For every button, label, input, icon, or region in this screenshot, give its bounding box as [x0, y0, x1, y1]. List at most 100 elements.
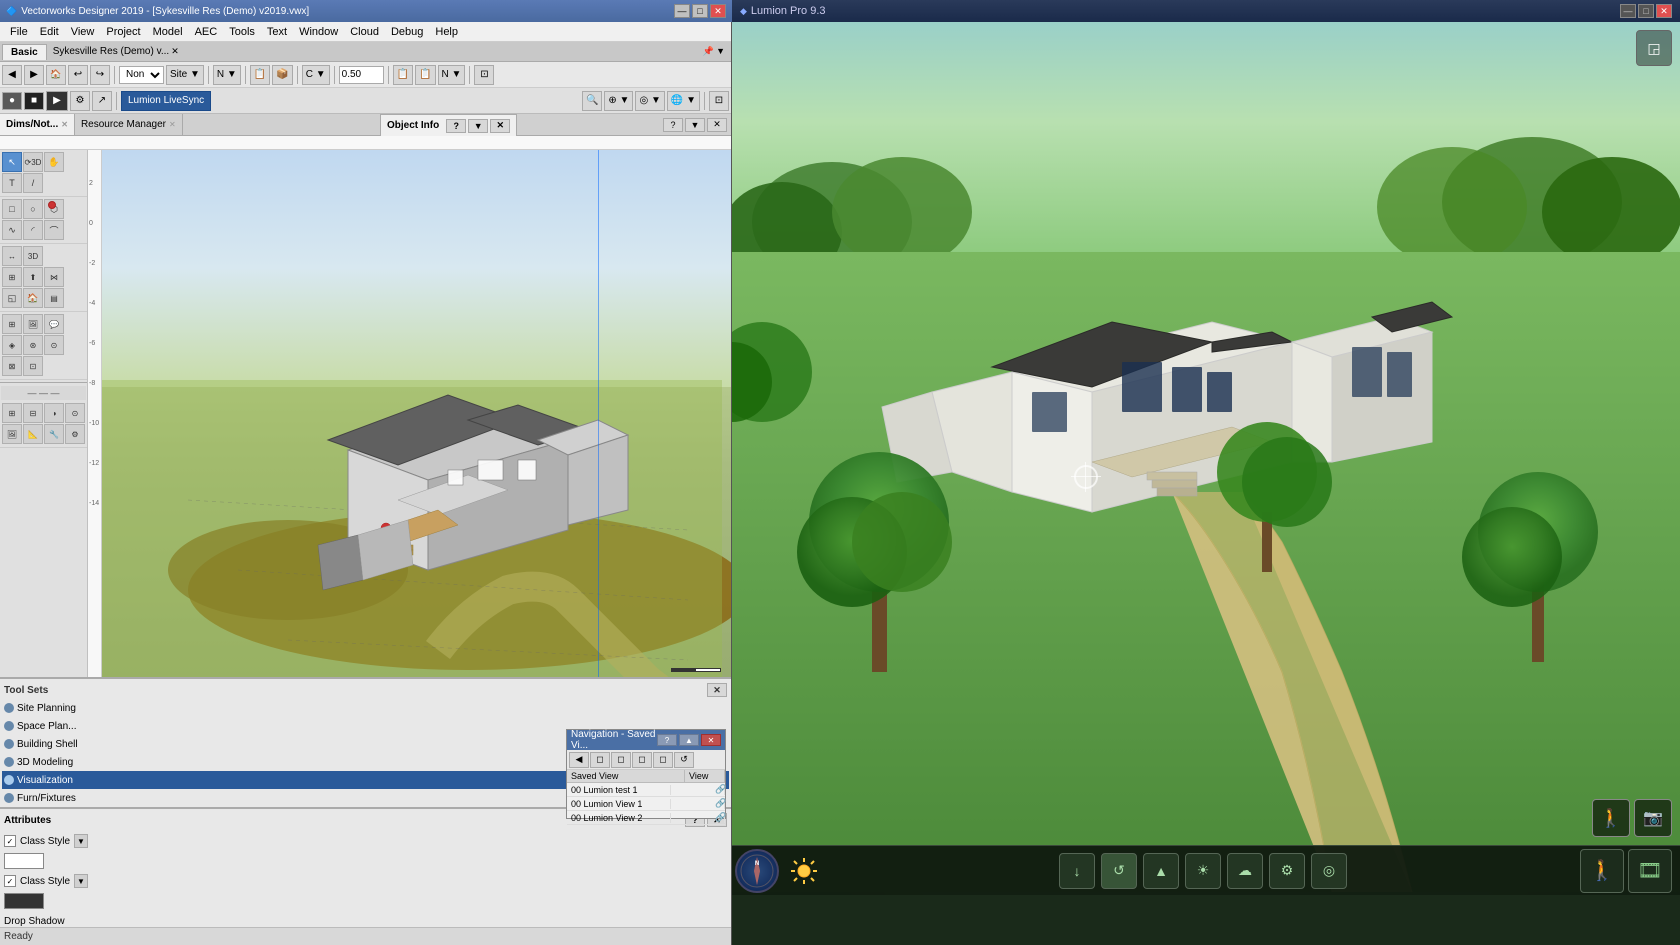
tb-redo-btn[interactable]: ↪ [90, 65, 110, 85]
tool-img2[interactable]: 📐 [23, 424, 43, 444]
tb-coord-btn[interactable]: N ▼ [213, 65, 241, 85]
lumion-move-up-btn[interactable]: ▲ [1143, 853, 1179, 889]
lumion-maximize-btn[interactable]: □ [1638, 4, 1654, 18]
attr-swatch-stroke[interactable] [4, 893, 44, 909]
toolsets-close-btn[interactable]: ✕ [707, 683, 727, 697]
file-tab-close[interactable]: ✕ [171, 46, 179, 57]
panel-tab-resource[interactable]: Resource Manager ✕ [75, 114, 183, 135]
tool-viewport[interactable]: 🖼 [23, 314, 43, 334]
nav-row-1[interactable]: 00 Lumion test 1 🔗 [567, 783, 725, 797]
nav-tb-btn-3[interactable]: ◻ [611, 752, 631, 768]
menu-text[interactable]: Text [261, 22, 293, 41]
tool-img3[interactable]: 🔧 [44, 424, 64, 444]
tb2-snap2-btn[interactable]: ◎ ▼ [635, 91, 664, 111]
menu-project[interactable]: Project [100, 22, 146, 41]
tool-edit4[interactable]: ⊙ [65, 403, 85, 423]
menu-model[interactable]: Model [147, 22, 189, 41]
tb-back-btn[interactable]: ◀ [2, 65, 22, 85]
tb-home-btn[interactable]: 🏠 [46, 65, 66, 85]
tool-fillet[interactable]: ⌒ [44, 220, 64, 240]
tool-pan[interactable]: ✋ [44, 152, 64, 172]
panel-close-btn[interactable]: ✕ [707, 118, 727, 132]
nav-help-btn[interactable]: ? [657, 734, 677, 746]
tool-edit3[interactable]: ◑ [44, 403, 64, 423]
tool-misc3[interactable]: ⊙ [44, 335, 64, 355]
menu-debug[interactable]: Debug [385, 22, 429, 41]
tb-render-select[interactable]: C ▼ [302, 65, 330, 85]
lumion-film-btn[interactable]: 🎞 [1628, 849, 1672, 893]
tb2-video-btn[interactable]: ▶ [46, 91, 68, 111]
tool-text[interactable]: T [2, 173, 22, 193]
tool-img1[interactable]: 🖼 [2, 424, 22, 444]
lumion-photo-btn[interactable]: 📷 [1634, 799, 1672, 837]
nav-close-btn[interactable]: ✕ [701, 734, 721, 746]
file-tab[interactable]: Sykesville Res (Demo) v... ✕ [53, 46, 179, 57]
tool-arrow[interactable]: ↖ [2, 152, 22, 172]
obj-collapse-btn[interactable]: ▼ [468, 119, 488, 133]
attr-swatch-fill[interactable] [4, 853, 44, 869]
tb-mode-select[interactable]: Non Site [119, 66, 164, 84]
tool-misc5[interactable]: ⊡ [23, 356, 43, 376]
menu-window[interactable]: Window [293, 22, 344, 41]
vw-close-btn[interactable]: ✕ [710, 4, 726, 18]
toolset-site-planning[interactable]: Site Planning [2, 699, 729, 717]
lumion-orbit-btn[interactable]: ↺ [1101, 853, 1137, 889]
tool-misc1[interactable]: ◈ [2, 335, 22, 355]
menu-edit[interactable]: Edit [34, 22, 65, 41]
tool-ellipse[interactable]: ○ [23, 199, 43, 219]
dims-expand[interactable]: ✕ [61, 120, 68, 129]
menu-view[interactable]: View [65, 22, 101, 41]
menu-aec[interactable]: AEC [189, 22, 224, 41]
vw-3d-viewport[interactable]: 2 0 -2 -4 -6 -8 -10 -12 -14 [88, 150, 731, 677]
lumion-render-area[interactable]: ◲ 🚶 📷 N [732, 22, 1680, 895]
tool-edit2[interactable]: ⊟ [23, 403, 43, 423]
nav-expand-btn[interactable]: ▲ [679, 734, 699, 746]
tb-classes-btn[interactable]: 📋 [393, 65, 413, 85]
vw-minimize-btn[interactable]: — [674, 4, 690, 18]
tb2-active-btn[interactable]: ● [2, 92, 22, 110]
tb-layers-btn[interactable]: 📋 [415, 65, 435, 85]
tool-3d-poly[interactable]: 3D [23, 246, 43, 266]
menu-help[interactable]: Help [429, 22, 464, 41]
tool-push[interactable]: ⊞ [2, 267, 22, 287]
tool-edit1[interactable]: ⊞ [2, 403, 22, 423]
tool-dim[interactable]: ↔ [2, 246, 22, 266]
tool-misc2[interactable]: ⊛ [23, 335, 43, 355]
tb-site-btn[interactable]: Site ▼ [166, 65, 204, 85]
tb-view-2d-btn[interactable]: 📋 [250, 65, 270, 85]
tb2-snap-btn[interactable]: ⊕ ▼ [604, 91, 633, 111]
tb-undo-btn[interactable]: ↩ [68, 65, 88, 85]
resource-close[interactable]: ✕ [169, 120, 176, 129]
panel-tab-dims[interactable]: Dims/Not... ✕ [0, 114, 75, 135]
tool-mesh[interactable]: ⋈ [44, 267, 64, 287]
lumion-sun-toggle-btn[interactable]: ☀ [1185, 853, 1221, 889]
attr-checkbox-2[interactable]: ✓ [4, 875, 16, 887]
tb-view-3d-btn[interactable]: 📦 [272, 65, 292, 85]
nav-tb-btn-1[interactable]: ◀ [569, 752, 589, 768]
lumion-misc-btn[interactable]: ◎ [1311, 853, 1347, 889]
tb-forward-btn[interactable]: ▶ [24, 65, 44, 85]
tool-extrude[interactable]: ⬆ [23, 267, 43, 287]
tool-3d-orbit[interactable]: ⟳3D [23, 152, 43, 172]
panel-collapse-btn[interactable]: ▼ [685, 118, 705, 132]
lumion-close-btn[interactable]: ✕ [1656, 4, 1672, 18]
lumion-minimize-btn[interactable]: — [1620, 4, 1636, 18]
tb-display-btn[interactable]: N ▼ [438, 65, 466, 85]
nav-tb-btn-4[interactable]: ◻ [632, 752, 652, 768]
menu-file[interactable]: File [4, 22, 34, 41]
tb2-black-btn[interactable]: ■ [24, 92, 44, 110]
tool-img4[interactable]: ⚙ [65, 424, 85, 444]
tool-callout[interactable]: 💬 [44, 314, 64, 334]
vw-maximize-btn[interactable]: □ [692, 4, 708, 18]
lumion-corner-icon[interactable]: ◲ [1636, 30, 1672, 66]
tool-misc4[interactable]: ⊠ [2, 356, 22, 376]
lumion-sun-btn[interactable] [782, 849, 826, 893]
tool-symbol[interactable]: ⊞ [2, 314, 22, 334]
obj-help-btn[interactable]: ? [446, 119, 466, 133]
tool-stair[interactable]: ▤ [44, 288, 64, 308]
lumion-person-icon[interactable]: 🚶 [1580, 849, 1624, 893]
workspace-tab-basic[interactable]: Basic [2, 44, 47, 60]
lumion-move-down-btn[interactable]: ↓ [1059, 853, 1095, 889]
attr-dropdown-2[interactable]: ▼ [74, 874, 88, 888]
lumion-person-btn[interactable]: 🚶 [1592, 799, 1630, 837]
